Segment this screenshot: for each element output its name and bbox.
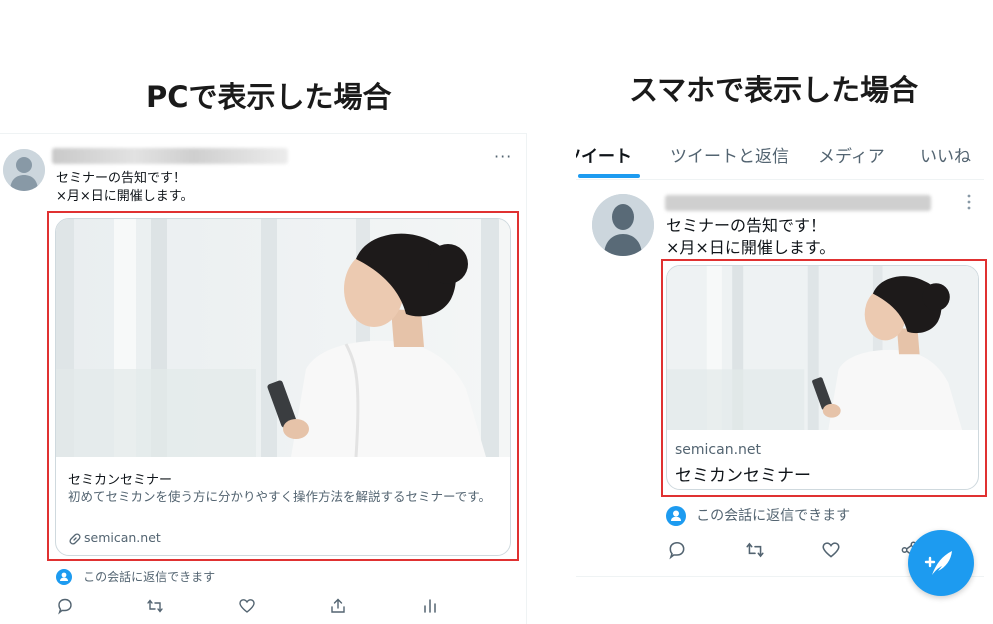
tab-tweets-and-replies[interactable]: ツイートと返信 — [670, 142, 789, 167]
like-icon[interactable] — [821, 540, 841, 564]
retweet-icon[interactable] — [146, 597, 164, 615]
compose-tweet-button[interactable] — [908, 530, 974, 596]
pc-link-card[interactable]: セミカンセミナー 初めてセミカンを使う方に分かりやすく操作方法を解説するセミナー… — [55, 218, 511, 556]
tabs-divider — [576, 179, 984, 180]
active-tab-indicator — [578, 174, 640, 178]
reply-icon[interactable] — [667, 540, 687, 564]
pc-card-title: セミカンセミナー — [68, 473, 173, 488]
phone-reply-notice-text: この会話に返信できます — [696, 508, 851, 524]
pc-avatar[interactable] — [3, 149, 45, 191]
default-avatar-icon — [3, 149, 45, 191]
compose-feather-icon — [924, 551, 952, 575]
pc-tweet-line-1: セミナーの告知です！ — [56, 171, 187, 186]
tab-likes[interactable]: いいね — [920, 142, 971, 167]
pc-tweet-line-2: ×月×日に開催します。 — [56, 189, 194, 204]
link-icon — [68, 531, 82, 545]
phone-card-title: セミカンセミナー — [675, 466, 811, 486]
reply-icon[interactable] — [56, 597, 74, 615]
woman-with-phone-photo — [56, 219, 510, 457]
like-icon[interactable] — [238, 597, 256, 615]
phone-reply-notice: この会話に返信できます — [666, 505, 850, 526]
more-vertical-icon[interactable] — [966, 193, 972, 211]
phone-link-card[interactable]: semican.net セミカンセミナー — [666, 265, 979, 490]
phone-tweet-line-2: ×月×日に開催します。 — [666, 238, 836, 257]
woman-with-phone-photo — [667, 266, 978, 430]
reply-permission-icon — [666, 505, 686, 526]
phone-tweet-line-1: セミナーの告知です！ — [666, 216, 827, 235]
share-icon[interactable] — [329, 597, 347, 615]
pc-reply-notice: この会話に返信できます — [56, 566, 215, 585]
analytics-icon[interactable] — [421, 597, 439, 615]
phone-card-image — [667, 266, 978, 430]
phone-heading: スマホで表示した場合 — [629, 73, 919, 107]
reply-permission-icon — [56, 568, 72, 585]
phone-blurred-username — [665, 195, 931, 211]
phone-card-domain: semican.net — [675, 442, 762, 458]
tab-media[interactable]: メディア — [818, 142, 885, 167]
pc-blurred-username — [52, 148, 288, 164]
pc-heading: PCで表示した場合 — [146, 80, 392, 114]
phone-avatar[interactable] — [592, 194, 654, 256]
pc-reply-notice-text: この会話に返信できます — [83, 570, 216, 584]
pc-card-image — [56, 219, 510, 457]
tab-tweets[interactable]: ツイート — [576, 142, 632, 167]
more-horizontal-icon[interactable]: ··· — [494, 147, 512, 166]
retweet-icon[interactable] — [745, 540, 765, 564]
default-avatar-icon — [592, 194, 654, 256]
pc-card-description: 初めてセミカンを使う方に分かりやすく操作方法を解説するセミナーです。 — [68, 489, 492, 504]
profile-tabs: ツイート ツイートと返信 メディア いいね — [576, 128, 986, 180]
pc-card-domain: semican.net — [84, 530, 161, 545]
